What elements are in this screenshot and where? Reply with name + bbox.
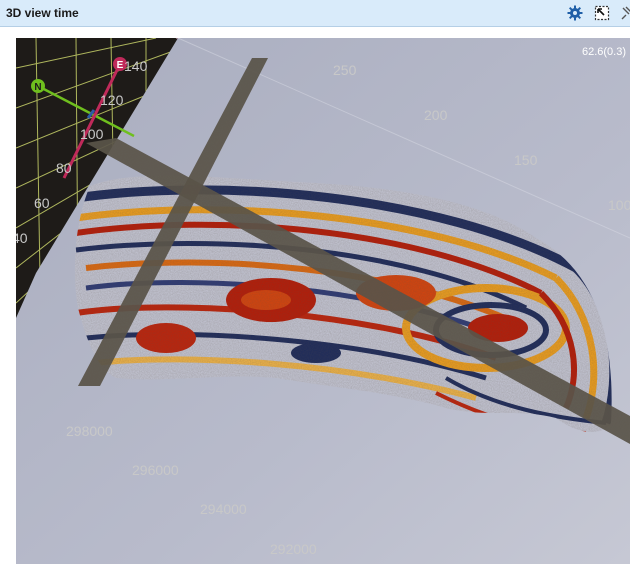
time-axis-label: 120 [100, 92, 124, 108]
compass-north-label: N [34, 82, 41, 93]
inline-axis-label: 150 [514, 152, 538, 168]
easting-axis-label: 298000 [66, 423, 113, 439]
compass-east-label: E [117, 60, 124, 71]
scene-canvas[interactable]: N E 140 120 100 80 60 40 250 200 150 100… [16, 38, 630, 564]
expand-icon[interactable] [593, 4, 611, 22]
time-axis-label: 80 [56, 160, 72, 176]
gear-icon[interactable] [566, 4, 584, 22]
inline-axis-label: 200 [424, 107, 448, 123]
frame-rate-readout: 62.6(0.3) [581, 46, 626, 58]
easting-axis-label: 294000 [200, 501, 247, 517]
easting-axis-label: 292000 [270, 541, 317, 557]
pin-icon[interactable] [618, 4, 630, 22]
panel-title: 3D view time [6, 6, 79, 20]
3d-viewport[interactable]: N E 140 120 100 80 60 40 250 200 150 100… [16, 38, 630, 564]
panel-header: 3D view time [0, 0, 630, 27]
time-axis-label: 100 [80, 126, 104, 142]
time-axis-label: 60 [34, 195, 50, 211]
inline-axis-label: 100 [608, 197, 630, 213]
easting-axis-label: 296000 [132, 462, 179, 478]
inline-axis-label: 250 [333, 62, 357, 78]
time-axis-label: 140 [124, 58, 148, 74]
time-axis-label: 40 [16, 230, 28, 246]
panel-gap [0, 27, 630, 38]
